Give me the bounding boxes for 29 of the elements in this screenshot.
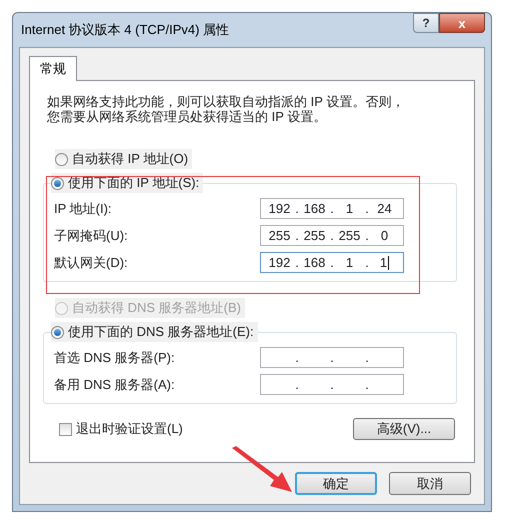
field-label: 首选 DNS 服务器(P):	[54, 348, 175, 367]
tab[interactable]: 常规	[29, 56, 77, 81]
checkbox-label: 退出时验证设置(L)	[76, 420, 183, 438]
description-text: 您需要从网络系统管理员处获得适当的 IP 设置。	[47, 109, 326, 124]
ip-address-field[interactable]: . . .	[260, 347, 404, 368]
window-title: Internet 协议版本 4 (TCP/IPv4) 属性	[21, 21, 230, 40]
field-label: 默认网关(D):	[54, 254, 128, 272]
radio-button[interactable]	[55, 152, 68, 166]
radio-button[interactable]	[51, 176, 64, 190]
field-label: 子网掩码(U):	[54, 226, 128, 245]
radio-label: 使用下面的 DNS 服务器地址(E):	[68, 323, 254, 342]
ip-address-field[interactable]: . . .	[260, 374, 404, 395]
field-label: 备用 DNS 服务器(A):	[54, 376, 175, 394]
help-button[interactable]: ?	[413, 13, 439, 33]
advanced-button[interactable]: 高级(V)...	[353, 418, 455, 440]
arrow-drawing	[230, 446, 292, 494]
description-text: 如果网络支持此功能，则可以获取自动指派的 IP 设置。否则，	[47, 94, 404, 109]
ip-address-field[interactable]: 255 . 255 . 255 . 0	[260, 225, 404, 246]
dialog-button[interactable]: 取消	[389, 472, 471, 495]
radio-button[interactable]	[51, 326, 64, 338]
radio-label: 自动获得 IP 地址(O)	[72, 150, 188, 168]
dialog-button[interactable]: 确定	[295, 472, 377, 495]
radio-label: 自动获得 DNS 服务器地址(B)	[72, 299, 241, 318]
radio-label: 使用下面的 IP 地址(S):	[68, 174, 200, 192]
field-label: IP 地址(I):	[54, 200, 112, 218]
ip-address-field[interactable]: 192 . 168 . 1 . 1	[260, 252, 404, 273]
ip-address-field[interactable]: 192 . 168 . 1 . 24	[260, 198, 404, 219]
checkbox[interactable]	[59, 422, 72, 436]
text-cursor	[388, 256, 390, 270]
